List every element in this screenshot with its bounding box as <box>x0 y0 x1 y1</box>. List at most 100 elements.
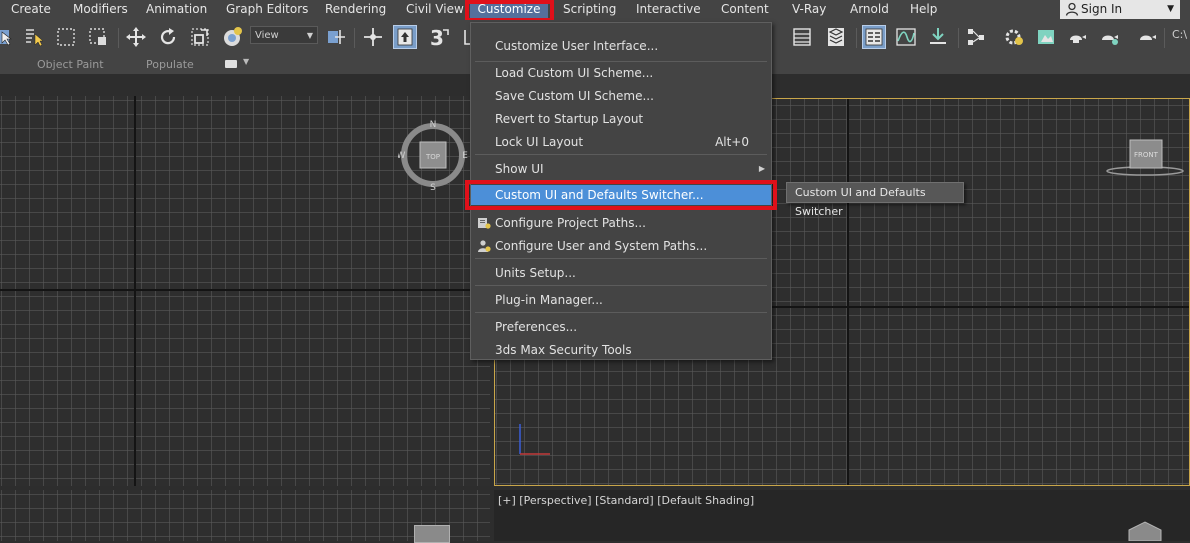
viewcube-face-label: TOP <box>425 153 440 161</box>
sign-in-dropdown[interactable]: Sign In ▼ <box>1060 0 1180 19</box>
tab-object-paint[interactable]: Object Paint <box>37 58 104 71</box>
menu-item-save-ui-scheme[interactable]: Save Custom UI Scheme... <box>471 86 771 106</box>
render-setup-icon[interactable] <box>1002 25 1026 49</box>
menu-separator <box>475 61 767 62</box>
menu-separator <box>475 285 767 286</box>
menu-item-configure-user-system-paths[interactable]: Configure User and System Paths... <box>471 236 771 256</box>
chevron-down-icon: ▼ <box>1167 4 1174 14</box>
viewport-perspective[interactable]: [+] [Perspective] [Standard] [Default Sh… <box>494 490 1190 541</box>
menu-item-custom-ui-defaults-switcher[interactable]: Custom UI and Defaults Switcher... <box>471 185 771 205</box>
sign-in-label: Sign In <box>1081 2 1123 16</box>
schematic-view-icon[interactable] <box>926 25 950 49</box>
menu-item-label: Custom UI and Defaults Switcher... <box>495 188 704 202</box>
scale-icon[interactable] <box>188 25 212 49</box>
tab-populate[interactable]: Populate <box>146 58 194 71</box>
menu-animation[interactable]: Animation <box>146 0 207 20</box>
menu-item-label: 3ds Max Security Tools <box>495 343 632 357</box>
toolbar-separator <box>354 28 355 48</box>
menu-vray[interactable]: V-Ray <box>792 0 826 20</box>
project-path-label: C:\ <box>1172 28 1188 41</box>
menu-content[interactable]: Content <box>721 0 769 20</box>
menu-item-label: Preferences... <box>495 320 578 334</box>
menu-item-units-setup[interactable]: Units Setup... <box>471 263 771 283</box>
compass-north: N <box>430 120 437 130</box>
menu-item-label: Revert to Startup Layout <box>495 112 644 126</box>
placement-icon[interactable] <box>220 25 244 49</box>
material-editor-icon[interactable] <box>964 25 988 49</box>
menu-item-customize-ui[interactable]: Customize User Interface... <box>471 36 771 56</box>
menu-bar: Create Modifiers Animation Graph Editors… <box>0 0 1190 20</box>
render-production-icon[interactable] <box>1066 25 1090 49</box>
customize-menu: Customize User Interface... Load Custom … <box>470 22 772 360</box>
menu-create[interactable]: Create <box>11 0 51 20</box>
viewcube-perspective-icon[interactable] <box>1123 520 1167 541</box>
menu-item-label: Plug-in Manager... <box>495 293 603 307</box>
move-icon[interactable] <box>124 25 148 49</box>
rotate-icon[interactable] <box>156 25 180 49</box>
menu-item-shortcut: Alt+0 <box>715 135 749 149</box>
menu-help[interactable]: Help <box>910 0 937 20</box>
menu-rendering[interactable]: Rendering <box>325 0 386 20</box>
menu-item-label: Lock UI Layout <box>495 135 584 149</box>
reference-coordinate-value: View <box>255 30 279 41</box>
viewcube-left-icon[interactable] <box>414 525 450 543</box>
menu-item-plugin-manager[interactable]: Plug-in Manager... <box>471 290 771 310</box>
menu-item-configure-project-paths[interactable]: Configure Project Paths... <box>471 213 771 233</box>
folder-settings-icon <box>478 218 491 229</box>
select-manipulate-icon[interactable] <box>361 25 385 49</box>
menu-item-preferences[interactable]: Preferences... <box>471 317 771 337</box>
curve-editor-icon[interactable] <box>894 25 918 49</box>
layers-toolbar-icon[interactable] <box>824 25 848 49</box>
menu-item-revert-startup-layout[interactable]: Revert to Startup Layout <box>471 109 771 129</box>
chevron-down-icon[interactable]: ▼ <box>243 57 249 66</box>
menu-customize[interactable]: Customize <box>470 0 548 20</box>
viewcube-front-icon[interactable]: FRONT <box>1105 137 1185 177</box>
menu-separator <box>475 154 767 155</box>
menu-item-show-ui[interactable]: Show UI ▶ <box>471 159 771 179</box>
compass-south: S <box>430 183 436 190</box>
chevron-down-icon: ▼ <box>306 31 313 40</box>
menu-item-label: Units Setup... <box>495 266 576 280</box>
layer-explorer-icon[interactable] <box>790 25 814 49</box>
menu-tooltip: Custom UI and Defaults Switcher <box>786 182 964 218</box>
menu-modifiers[interactable]: Modifiers <box>73 0 128 20</box>
menu-item-label: Show UI <box>495 162 544 176</box>
user-settings-icon <box>478 240 491 252</box>
viewcube-compass-icon[interactable]: TOP N S E W <box>398 120 468 190</box>
select-by-name-icon[interactable] <box>22 25 46 49</box>
menu-separator <box>475 258 767 259</box>
rect-selection-icon[interactable] <box>54 25 78 49</box>
menu-item-load-ui-scheme[interactable]: Load Custom UI Scheme... <box>471 63 771 83</box>
menu-civil-view[interactable]: Civil View <box>406 0 464 20</box>
window-crossing-icon[interactable] <box>86 25 110 49</box>
ribbon-options-icon[interactable] <box>225 60 237 68</box>
viewport-label[interactable]: [+] [Perspective] [Standard] [Default Sh… <box>498 494 754 507</box>
menu-separator <box>475 208 767 209</box>
rendered-frame-window-icon[interactable] <box>1034 25 1058 49</box>
toolbar-separator <box>1164 28 1165 48</box>
menu-interactive[interactable]: Interactive <box>636 0 701 20</box>
menu-scripting[interactable]: Scripting <box>563 0 616 20</box>
compass-west: W <box>398 151 406 161</box>
activeshade-icon[interactable] <box>1136 25 1160 49</box>
select-object-icon[interactable] <box>0 25 16 49</box>
menu-item-security-tools[interactable]: 3ds Max Security Tools <box>471 340 771 360</box>
menu-item-label: Customize User Interface... <box>495 39 659 53</box>
submenu-arrow-icon: ▶ <box>758 164 765 173</box>
svg-text:3: 3 <box>430 26 444 48</box>
scene-explorer-icon[interactable] <box>862 25 886 49</box>
render-iterative-icon[interactable] <box>1098 25 1122 49</box>
reference-coordinate-dropdown[interactable]: View ▼ <box>250 26 318 44</box>
keyboard-shortcut-override-icon[interactable] <box>393 25 417 49</box>
snaps-toggle-icon[interactable]: 3 <box>428 25 452 49</box>
toolbar-separator <box>958 28 959 48</box>
menu-item-label: Load Custom UI Scheme... <box>495 66 654 80</box>
menu-arnold[interactable]: Arnold <box>850 0 889 20</box>
menu-item-label: Configure User and System Paths... <box>495 239 708 253</box>
pivot-center-icon[interactable] <box>324 25 348 49</box>
menu-separator <box>475 312 767 313</box>
menu-item-lock-ui-layout[interactable]: Lock UI Layout Alt+0 <box>471 132 771 152</box>
menu-graph-editors[interactable]: Graph Editors <box>226 0 308 20</box>
toolbar-separator <box>118 28 119 48</box>
viewcube-front-label: FRONT <box>1134 151 1159 159</box>
